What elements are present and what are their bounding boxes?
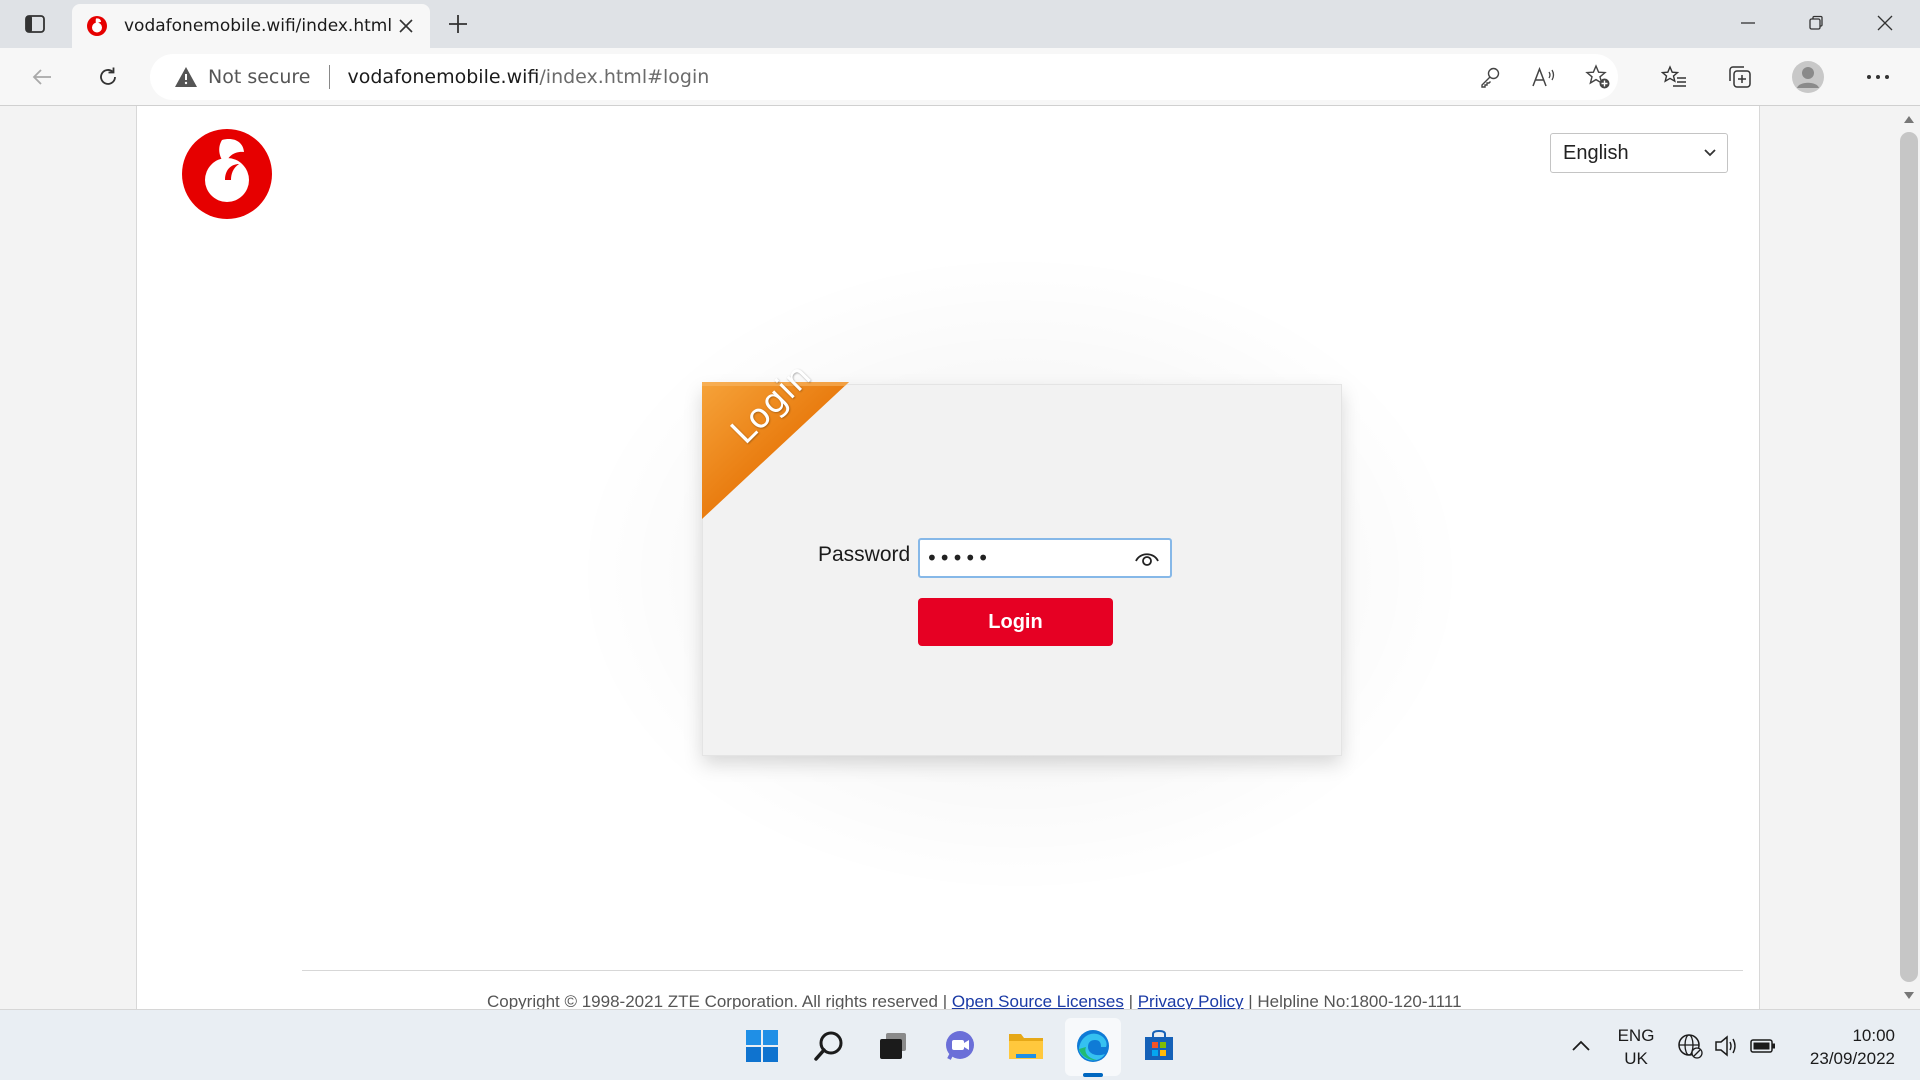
page-viewport: English Login Password Login Copyri: [0, 106, 1920, 1009]
minimize-button[interactable]: [1725, 6, 1771, 40]
edge-icon: [1077, 1030, 1109, 1062]
minimize-icon: [1741, 22, 1755, 24]
add-favorite-button[interactable]: [1580, 59, 1616, 95]
language-select[interactable]: English: [1550, 133, 1728, 173]
speaker-icon: [1715, 1035, 1736, 1057]
store-icon: [1145, 1029, 1173, 1060]
address-bar[interactable]: Not secure vodafonemobile.wifi/index.htm…: [150, 54, 1618, 100]
back-arrow-icon: [32, 69, 51, 85]
tab-actions-button[interactable]: [14, 9, 56, 39]
login-button[interactable]: Login: [918, 598, 1113, 646]
settings-more-button[interactable]: [1858, 57, 1898, 97]
active-app-indicator: [1083, 1073, 1103, 1077]
open-source-licenses-link[interactable]: Open Source Licenses: [952, 992, 1124, 1009]
input-language-region: UK: [1624, 1049, 1648, 1068]
close-icon: [399, 19, 413, 33]
file-explorer-button[interactable]: [1005, 1025, 1047, 1067]
show-password-button[interactable]: [1132, 548, 1162, 570]
clock-date: 23/09/2022: [1809, 1049, 1895, 1068]
network-button[interactable]: [1672, 1025, 1708, 1067]
store-button[interactable]: [1138, 1025, 1180, 1067]
battery-icon: [1750, 1039, 1775, 1053]
profile-button[interactable]: [1788, 57, 1828, 97]
restore-icon: [1809, 15, 1823, 30]
browser-toolbar: Not secure vodafonemobile.wifi/index.htm…: [0, 48, 1920, 106]
scroll-up-button[interactable]: [1902, 114, 1916, 124]
vodafone-logo: [182, 129, 272, 219]
footer-separator: |: [1243, 992, 1258, 1009]
battery-button[interactable]: [1745, 1025, 1781, 1067]
chevron-up-icon: [1572, 1040, 1590, 1051]
chat-icon: [946, 1031, 974, 1060]
favorites-icon: [1661, 65, 1686, 87]
read-aloud-icon: [1532, 66, 1555, 87]
triangle-down-icon: [1904, 991, 1914, 999]
tab-title: vodafonemobile.wifi/index.html: [124, 16, 393, 36]
refresh-icon: [100, 67, 116, 85]
footer-separator: |: [1123, 992, 1138, 1009]
globe-no-internet-icon: [1678, 1034, 1703, 1059]
scrollbar-thumb[interactable]: [1900, 132, 1918, 982]
input-language-indicator[interactable]: ENG UK: [1608, 1024, 1664, 1070]
triangle-up-icon: [1904, 115, 1914, 123]
task-view-icon: [880, 1033, 906, 1059]
file-explorer-icon: [1009, 1034, 1043, 1059]
restore-button[interactable]: [1793, 6, 1839, 40]
task-view-button[interactable]: [872, 1025, 914, 1067]
search-icon: [814, 1031, 843, 1061]
tab-close-button[interactable]: [394, 14, 418, 38]
tab-strip: vodafonemobile.wifi/index.html: [0, 0, 1920, 48]
new-tab-button[interactable]: [442, 8, 474, 40]
windows-taskbar: ENG UK 10:00 23/09/2022: [0, 1009, 1920, 1080]
volume-button[interactable]: [1708, 1025, 1744, 1067]
collections-icon: [1729, 66, 1751, 88]
eye-icon: [1135, 553, 1159, 566]
browser-tab-active[interactable]: vodafonemobile.wifi/index.html: [72, 4, 430, 48]
vodafone-favicon-icon: [87, 16, 107, 36]
helpline-text: Helpline No:1800-120-1111: [1257, 992, 1462, 1009]
key-icon: [1481, 67, 1500, 88]
collections-button[interactable]: [1720, 57, 1760, 97]
security-label[interactable]: Not secure: [208, 66, 311, 88]
taskbar-search-button[interactable]: [808, 1025, 850, 1067]
router-login-page: English Login Password Login Copyri: [136, 106, 1760, 1009]
chevron-down-icon: [1704, 149, 1716, 157]
plus-icon: [449, 15, 467, 33]
privacy-policy-link[interactable]: Privacy Policy: [1138, 992, 1244, 1009]
show-hidden-icons-button[interactable]: [1563, 1025, 1599, 1067]
scroll-down-button[interactable]: [1902, 990, 1916, 1000]
page-footer: Copyright © 1998-2021 ZTE Corporation. A…: [487, 992, 1587, 1009]
taskbar-clock[interactable]: 10:00 23/09/2022: [1780, 1024, 1895, 1070]
input-language-code: ENG: [1617, 1026, 1655, 1045]
password-label: Password: [818, 543, 911, 566]
address-separator: [328, 65, 330, 89]
refresh-button[interactable]: [88, 57, 128, 97]
close-window-button[interactable]: [1862, 6, 1908, 40]
start-button[interactable]: [741, 1025, 783, 1067]
star-add-icon: [1585, 64, 1610, 89]
read-aloud-button[interactable]: [1526, 59, 1562, 95]
windows-start-icon: [746, 1030, 778, 1062]
clock-time: 10:00: [1852, 1026, 1895, 1045]
warning-icon: [175, 67, 197, 87]
copyright-text: Copyright © 1998-2021 ZTE Corporation. A…: [487, 992, 938, 1009]
back-button[interactable]: [22, 57, 62, 97]
tab-actions-icon: [25, 15, 45, 33]
avatar-icon: [1792, 61, 1824, 93]
footer-separator: |: [937, 992, 952, 1009]
password-key-button[interactable]: [1472, 59, 1508, 95]
edge-button[interactable]: [1072, 1025, 1114, 1067]
url-path[interactable]: /index.html#login: [539, 66, 709, 88]
chat-button[interactable]: [939, 1025, 981, 1067]
favorites-button[interactable]: [1654, 57, 1694, 97]
footer-divider: [302, 970, 1743, 971]
close-icon: [1877, 15, 1893, 31]
language-select-value: English: [1563, 141, 1629, 164]
url-host[interactable]: vodafonemobile.wifi: [348, 66, 540, 88]
more-dots-icon: [1867, 75, 1889, 79]
